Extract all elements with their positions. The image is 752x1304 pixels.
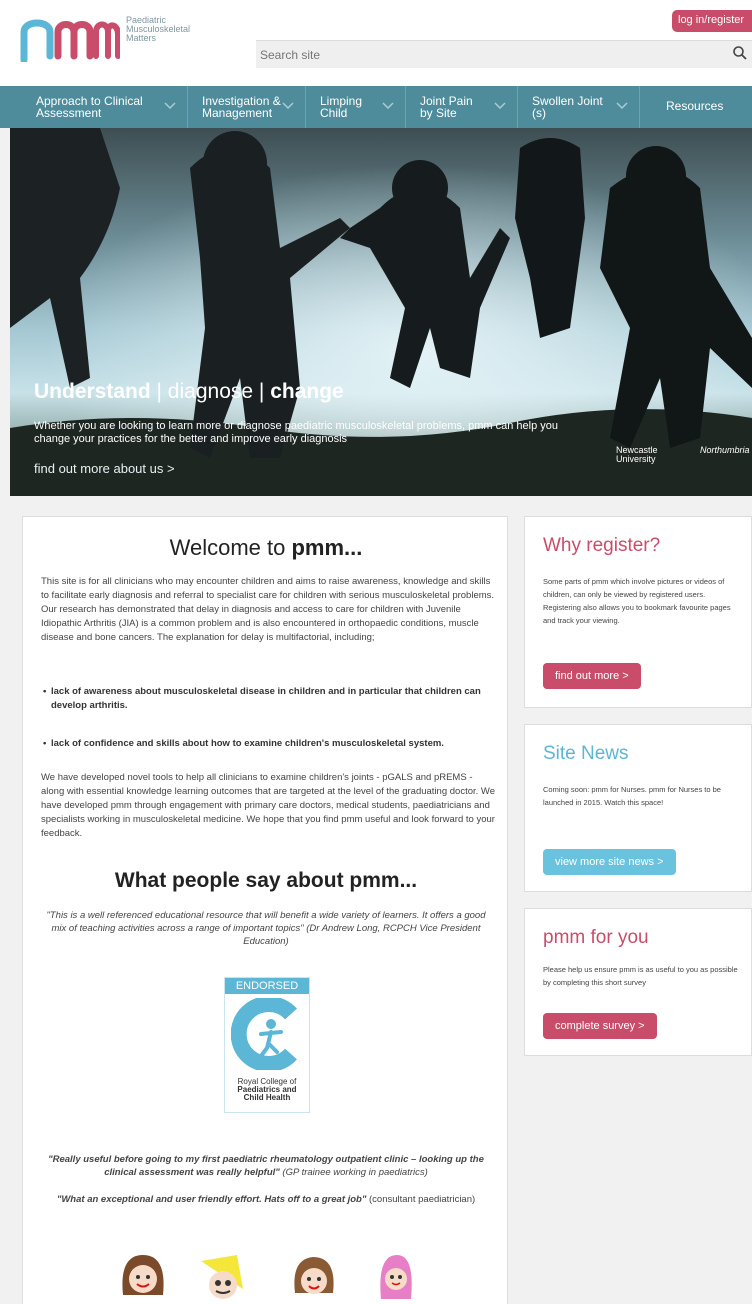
welcome-heading-brand: pmm... bbox=[291, 535, 363, 560]
child-face-icon bbox=[380, 1255, 412, 1299]
newcastle-university-logo[interactable]: Newcastle University bbox=[616, 446, 696, 472]
testimonial-quote: "Really useful before going to my first … bbox=[43, 1153, 489, 1179]
rcpch-name-line: Child Health bbox=[243, 1093, 291, 1102]
pmm-logo-mark bbox=[20, 19, 121, 64]
chevron-down-icon bbox=[616, 102, 628, 110]
find-out-more-button[interactable]: find out more > bbox=[543, 663, 641, 689]
main-navigation: Approach to Clinical Assessment Investig… bbox=[0, 86, 752, 128]
list-item: lack of confidence and skills about how … bbox=[43, 737, 497, 751]
why-register-title: Why register? bbox=[543, 535, 661, 556]
pmm-logo[interactable]: Paediatric Musculoskeletal Matters bbox=[20, 16, 210, 76]
hero-title-strong: Understand bbox=[34, 380, 151, 403]
testimonial-quote-source: (GP trainee working in paediatrics) bbox=[279, 1167, 428, 1178]
chevron-down-icon bbox=[164, 102, 176, 110]
testimonial-quote: "This is a well referenced educational r… bbox=[46, 910, 486, 947]
northumbria-logo[interactable]: Northumbria bbox=[700, 446, 752, 472]
nav-item-resources[interactable]: Resources bbox=[640, 86, 752, 128]
pmm-for-you-text: Please help us ensure pmm is as useful t… bbox=[543, 965, 738, 987]
nav-item-joint-pain-by-site[interactable]: Joint Pain by Site bbox=[406, 86, 518, 128]
why-register-card: Why register? Some parts of pmm which in… bbox=[524, 516, 752, 708]
hero-title: Understand | diagnose | change bbox=[34, 380, 344, 404]
chevron-down-icon bbox=[282, 102, 294, 110]
welcome-heading: Welcome to pmm... bbox=[23, 535, 509, 561]
testimonial-quote-source: (consultant paediatrician) bbox=[366, 1194, 476, 1205]
children-faces-illustration bbox=[122, 1255, 412, 1299]
chevron-down-icon bbox=[494, 102, 506, 110]
child-face-icon bbox=[122, 1255, 164, 1295]
hero-title-strong: change bbox=[270, 380, 344, 403]
search-input[interactable] bbox=[260, 45, 700, 65]
nav-item-approach-to-clinical-assessment[interactable]: Approach to Clinical Assessment bbox=[0, 86, 188, 128]
hero-title-middle: | diagnose | bbox=[150, 380, 271, 403]
login-register-button[interactable]: log in/register bbox=[672, 10, 752, 32]
nav-label: Resources bbox=[666, 99, 724, 113]
view-more-site-news-button[interactable]: view more site news > bbox=[543, 849, 676, 875]
nav-item-swollen-joints[interactable]: Swollen Joint (s) bbox=[518, 86, 640, 128]
intro-paragraph: This site is for all clinicians who may … bbox=[41, 576, 495, 643]
pmm-for-you-card: pmm for you Please help us ensure pmm is… bbox=[524, 908, 752, 1056]
hero-banner: Understand | diagnose | change Whether y… bbox=[10, 128, 752, 496]
rcpch-endorsed-badge: ENDORSED Royal College of Paediatrics an… bbox=[224, 977, 310, 1113]
why-register-text: Some parts of pmm which involve pictures… bbox=[543, 577, 731, 625]
testimonials-heading: What people say about pmm... bbox=[114, 869, 418, 892]
site-news-title: Site News bbox=[543, 743, 629, 764]
search-icon[interactable] bbox=[732, 45, 748, 61]
endorsed-label: ENDORSED bbox=[225, 978, 309, 994]
find-out-more-about-us-link[interactable]: find out more about us > bbox=[34, 461, 175, 476]
rcpch-logo-icon bbox=[231, 998, 297, 1070]
search-bar bbox=[256, 40, 752, 68]
site-news-card: Site News Coming soon: pmm for Nurses. p… bbox=[524, 724, 752, 892]
welcome-card: Welcome to pmm... This site is for all c… bbox=[22, 516, 508, 1304]
list-item: lack of awareness about musculoskeletal … bbox=[43, 685, 497, 713]
site-header: Paediatric Musculoskeletal Matters log i… bbox=[0, 0, 752, 86]
chevron-down-icon bbox=[382, 102, 394, 110]
testimonial-quote-text: "What an exceptional and user friendly e… bbox=[56, 1194, 367, 1205]
pmm-for-you-title: pmm for you bbox=[543, 927, 649, 948]
welcome-heading-text: Welcome to bbox=[169, 535, 292, 560]
hero-subtitle: Whether you are looking to learn more or… bbox=[34, 420, 558, 445]
logo-subtitle-line: Matters bbox=[126, 33, 157, 43]
developed-paragraph: We have developed novel tools to help al… bbox=[41, 772, 496, 839]
logo-subtitle: Paediatric Musculoskeletal Matters bbox=[126, 16, 206, 43]
complete-survey-button[interactable]: complete survey > bbox=[543, 1013, 657, 1039]
child-face-icon bbox=[201, 1255, 243, 1299]
rcpch-name: Royal College of Paediatrics and Child H… bbox=[225, 1078, 309, 1102]
testimonial-quote: "What an exceptional and user friendly e… bbox=[43, 1193, 489, 1206]
child-face-icon bbox=[294, 1257, 334, 1294]
nav-item-limping-child[interactable]: Limping Child bbox=[306, 86, 406, 128]
nav-item-investigation-management[interactable]: Investigation & Management bbox=[188, 86, 306, 128]
site-news-text: Coming soon: pmm for Nurses. pmm for Nur… bbox=[543, 785, 721, 807]
